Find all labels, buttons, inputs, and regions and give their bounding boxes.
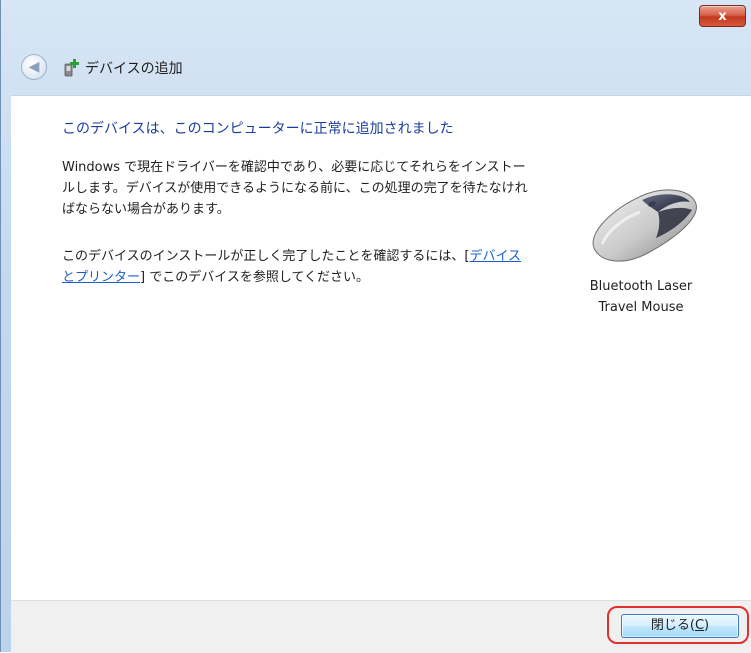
- back-arrow-icon: ◀: [28, 59, 40, 75]
- close-button-label-end: ): [704, 618, 710, 633]
- device-add-icon: [64, 59, 79, 77]
- device-name-line1: Bluetooth Laser: [589, 279, 693, 294]
- title-bar: x: [1, 0, 751, 34]
- success-heading: このデバイスは、このコンピューターに正常に追加されました: [62, 121, 454, 137]
- verify-message: このデバイスのインストールが正しく完了したことを確認するには、[デバイスとプリン…: [62, 246, 532, 288]
- close-button[interactable]: 閉じる(C): [621, 614, 739, 638]
- driver-install-message: Windows で現在ドライバーを確認中であり、必要に応じてそれらをインストール…: [62, 160, 528, 217]
- window-close-button[interactable]: x: [699, 5, 746, 27]
- verify-message-prefix: このデバイスのインストールが正しく完了したことを確認するには、[: [62, 249, 470, 264]
- dialog-footer: 閉じる(C): [11, 600, 751, 653]
- back-button[interactable]: ◀: [21, 54, 47, 80]
- close-button-label: 閉じる(: [650, 618, 695, 633]
- mouse-icon: [592, 189, 697, 262]
- window-title: デバイスの追加: [85, 61, 183, 77]
- main-content: このデバイスは、このコンピューターに正常に追加されました Windows で現在…: [11, 95, 751, 601]
- device-add-window: x ◀ デバイスの追加 このデバイスは、このコンピューターに正常に追加されました…: [0, 0, 751, 653]
- device-name-line2: Travel Mouse: [598, 300, 684, 315]
- verify-message-suffix: ] でこのデバイスを参照してください。: [140, 270, 370, 285]
- close-button-mnemonic: C: [694, 618, 705, 633]
- close-icon: x: [718, 8, 727, 24]
- device-name: Bluetooth Laser Travel Mouse: [571, 276, 711, 318]
- navigation-bar: ◀ デバイスの追加: [1, 48, 751, 88]
